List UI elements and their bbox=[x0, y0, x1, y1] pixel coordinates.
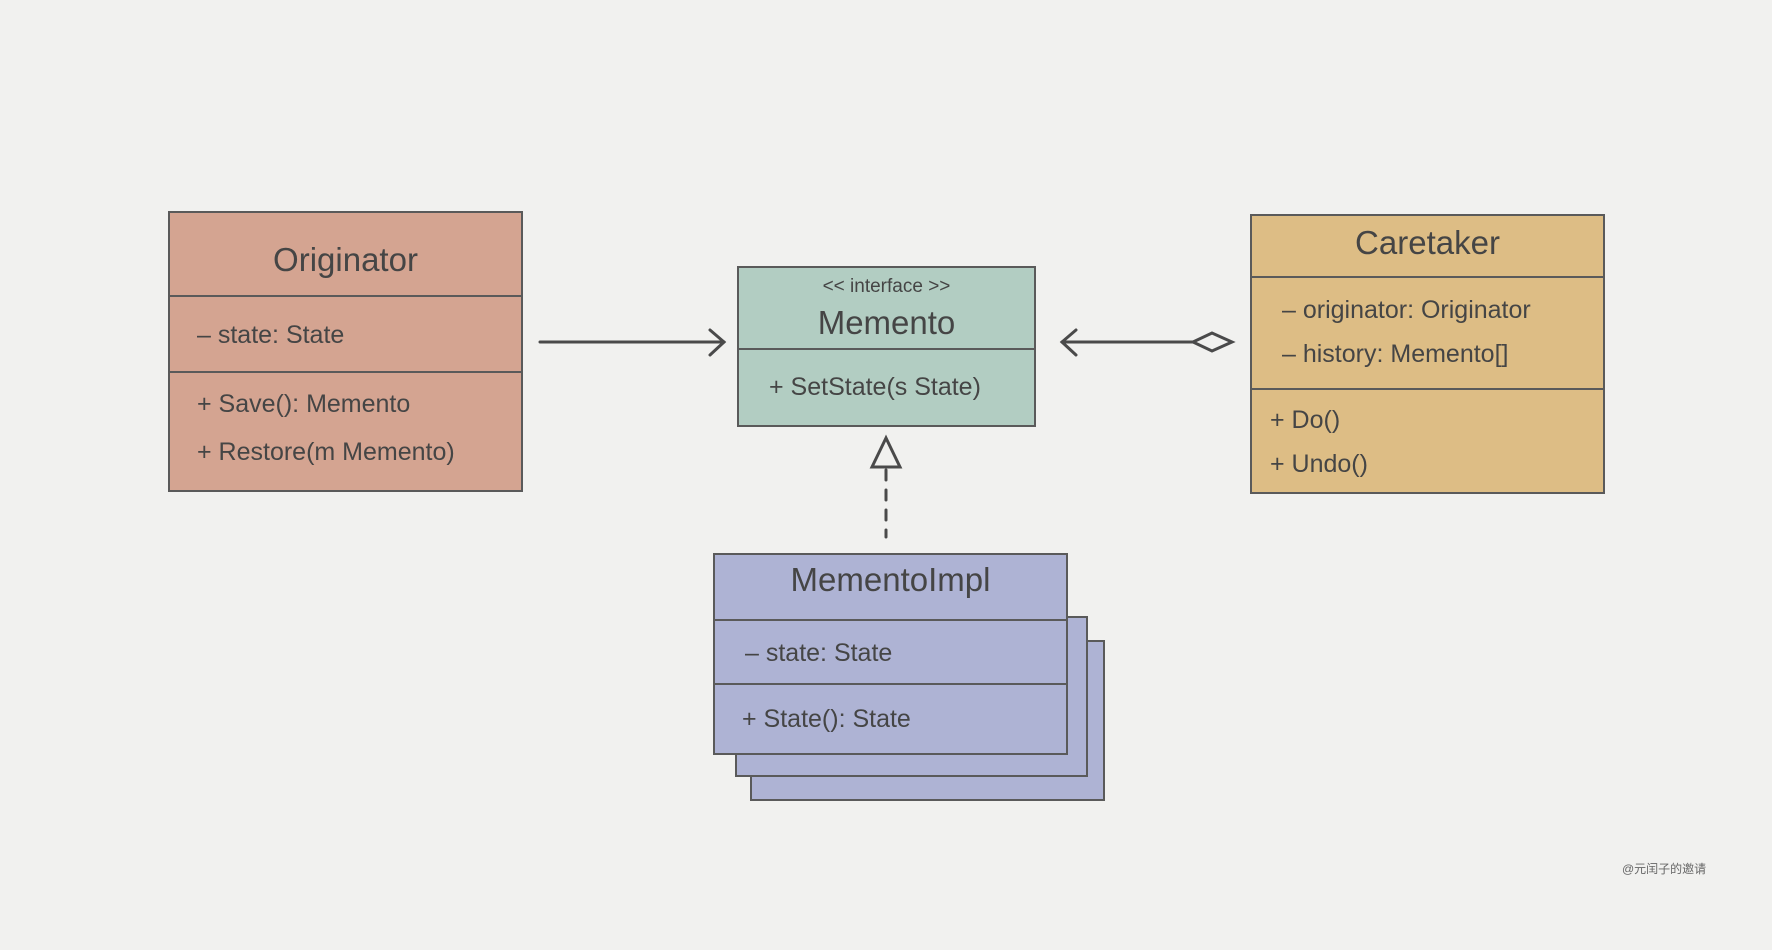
watermark: @元闰子的邀请 bbox=[1622, 862, 1707, 876]
realization-arrow bbox=[869, 434, 903, 539]
relations-layer bbox=[538, 328, 1236, 539]
aggregation-arrow bbox=[1059, 328, 1236, 357]
association-arrow bbox=[538, 328, 727, 357]
